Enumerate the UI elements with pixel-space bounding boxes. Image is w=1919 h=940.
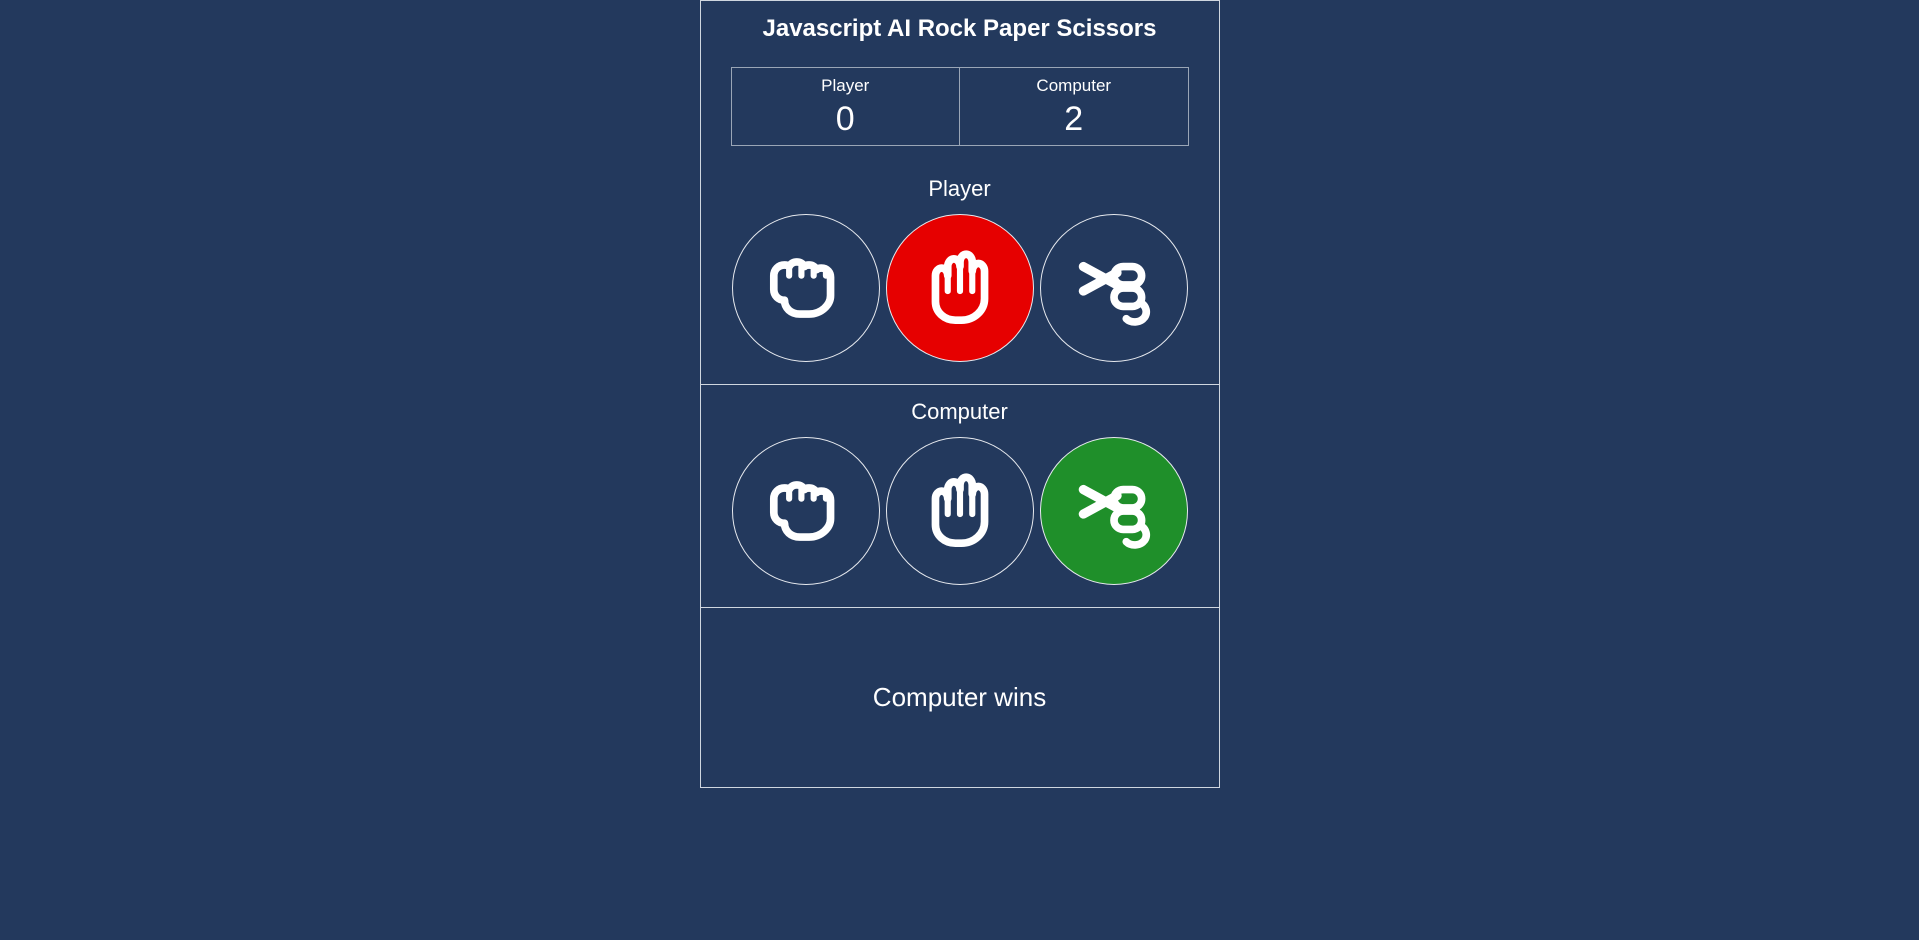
score-value-player: 0 bbox=[732, 100, 960, 139]
scoreboard: Player 0 Computer 2 bbox=[701, 67, 1219, 176]
computer-choices bbox=[701, 437, 1219, 585]
score-cell-computer: Computer 2 bbox=[960, 68, 1189, 146]
paper-icon bbox=[914, 242, 1006, 334]
result-section: Computer wins bbox=[701, 607, 1219, 787]
player-choices bbox=[701, 214, 1219, 362]
scissors-icon bbox=[1068, 465, 1160, 557]
score-value-computer: 2 bbox=[960, 100, 1188, 139]
rock-icon bbox=[760, 242, 852, 334]
computer-choice-rock bbox=[732, 437, 880, 585]
result-text: Computer wins bbox=[873, 682, 1046, 713]
page-title: Javascript AI Rock Paper Scissors bbox=[701, 1, 1219, 67]
score-cell-player: Player 0 bbox=[731, 68, 960, 146]
rock-icon bbox=[760, 465, 852, 557]
player-choice-scissors[interactable] bbox=[1040, 214, 1188, 362]
player-choice-rock[interactable] bbox=[732, 214, 880, 362]
computer-section-label: Computer bbox=[701, 399, 1219, 425]
player-section-label: Player bbox=[701, 176, 1219, 202]
player-choice-paper[interactable] bbox=[886, 214, 1034, 362]
scissors-icon bbox=[1068, 242, 1160, 334]
player-section: Player bbox=[701, 176, 1219, 384]
paper-icon bbox=[914, 465, 1006, 557]
game-container: Javascript AI Rock Paper Scissors Player… bbox=[700, 0, 1220, 788]
computer-section: Computer bbox=[701, 384, 1219, 607]
score-label-player: Player bbox=[732, 76, 960, 96]
computer-choice-scissors bbox=[1040, 437, 1188, 585]
computer-choice-paper bbox=[886, 437, 1034, 585]
score-label-computer: Computer bbox=[960, 76, 1188, 96]
